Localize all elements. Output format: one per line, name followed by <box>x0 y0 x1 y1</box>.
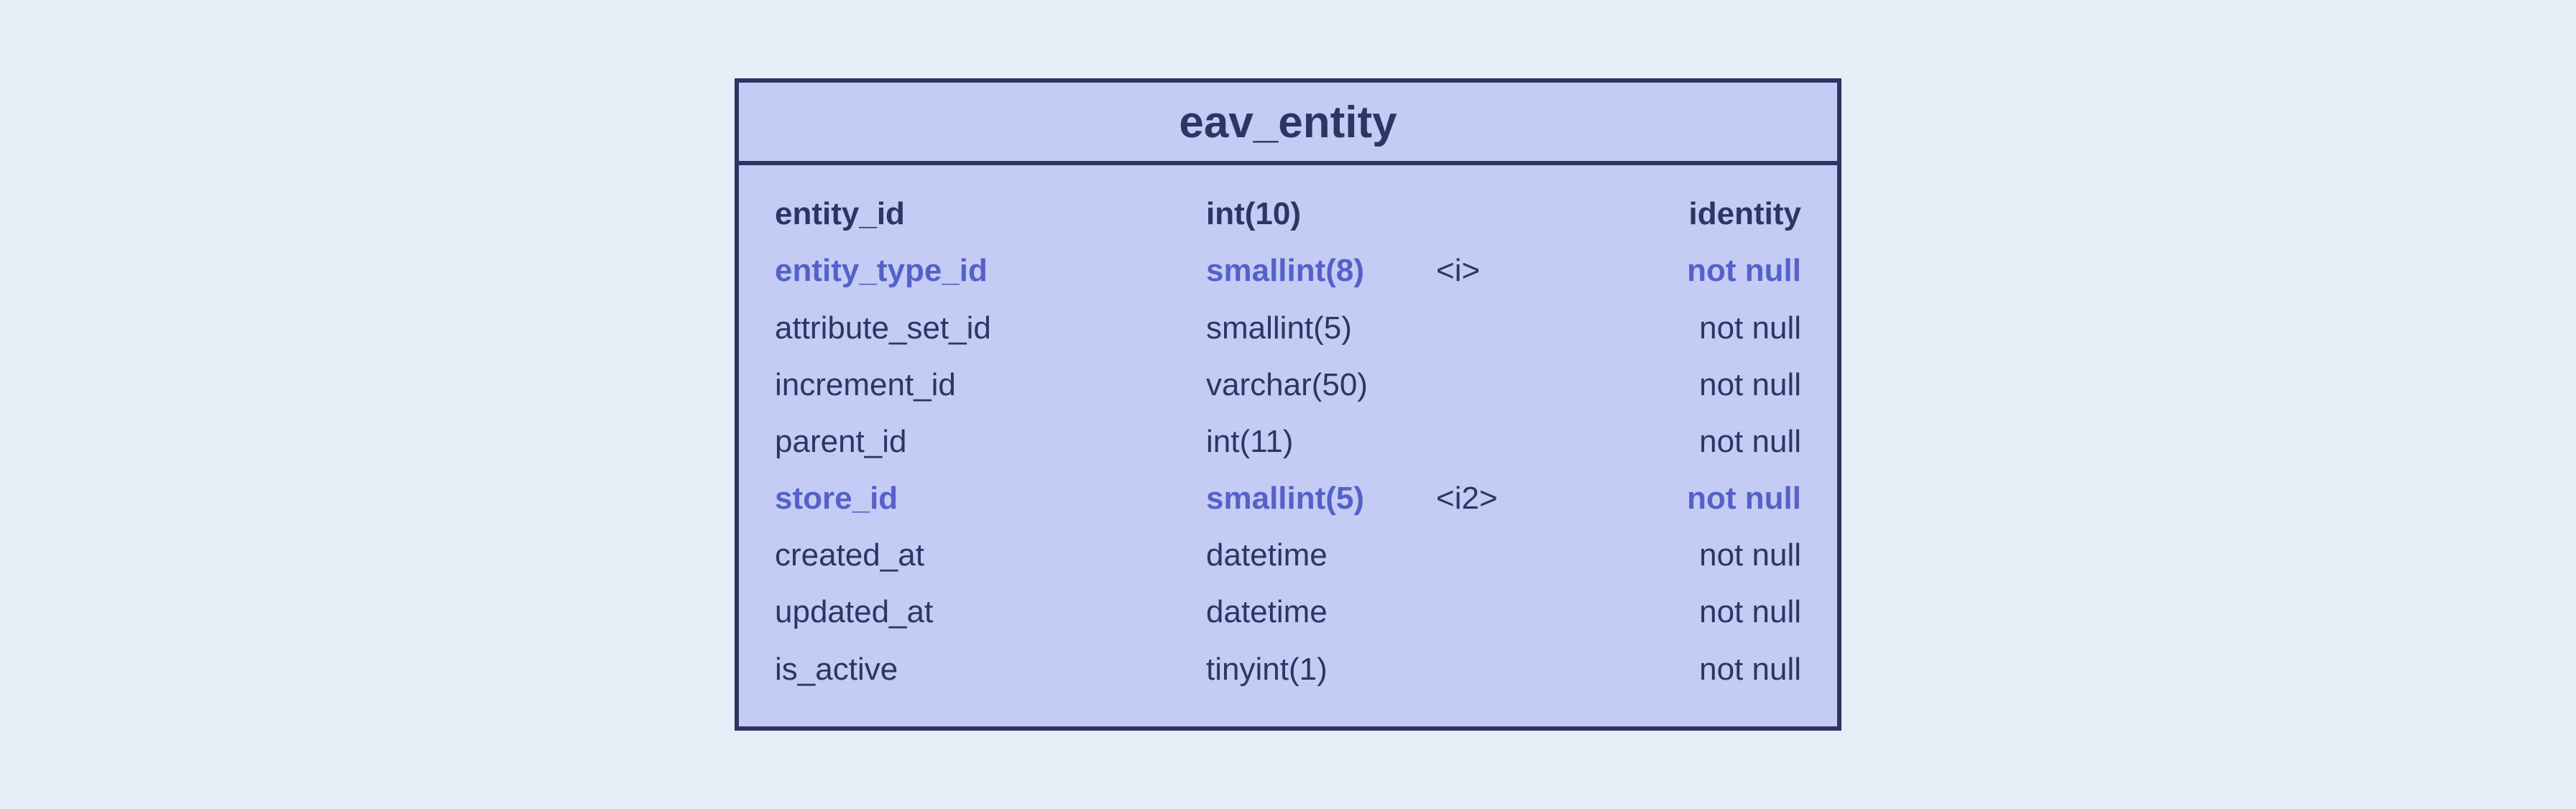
table-row: entity_type_idsmallint(8)<i>not null <box>775 242 1801 299</box>
column-type: varchar(50) <box>1206 356 1436 413</box>
column-name: entity_id <box>775 185 1206 242</box>
table-row: updated_atdatetime not null <box>775 583 1801 640</box>
column-constraint: not null <box>1565 583 1801 640</box>
column-constraint: not null <box>1565 413 1801 470</box>
column-name: is_active <box>775 641 1206 698</box>
table-title: eav_entity <box>739 83 1837 165</box>
table-row: parent_idint(11) not null <box>775 413 1801 470</box>
column-constraint: identity <box>1565 185 1801 242</box>
column-type: smallint(5) <box>1206 470 1436 527</box>
table-row: entity_idint(10) identity <box>775 185 1801 242</box>
column-constraint: not null <box>1565 242 1801 299</box>
column-name: entity_type_id <box>775 242 1206 299</box>
column-name: increment_id <box>775 356 1206 413</box>
column-type: tinyint(1) <box>1206 641 1436 698</box>
table-body: entity_idint(10)identityentity_type_idsm… <box>739 165 1837 726</box>
column-type: int(11) <box>1206 413 1436 470</box>
column-name: parent_id <box>775 413 1206 470</box>
column-name: created_at <box>775 527 1206 583</box>
column-name: store_id <box>775 470 1206 527</box>
column-index: <i> <box>1436 242 1565 299</box>
column-constraint: not null <box>1565 527 1801 583</box>
column-type: smallint(5) <box>1206 300 1436 356</box>
column-constraint: not null <box>1565 641 1801 698</box>
column-type: datetime <box>1206 583 1436 640</box>
table-row: store_idsmallint(5)<i2>not null <box>775 470 1801 527</box>
entity-table: eav_entity entity_idint(10)identityentit… <box>735 78 1841 731</box>
table-row: attribute_set_idsmallint(5) not null <box>775 300 1801 356</box>
column-name: updated_at <box>775 583 1206 640</box>
column-type: smallint(8) <box>1206 242 1436 299</box>
column-name: attribute_set_id <box>775 300 1206 356</box>
column-type: datetime <box>1206 527 1436 583</box>
column-constraint: not null <box>1565 470 1801 527</box>
column-constraint: not null <box>1565 300 1801 356</box>
table-row: created_atdatetime not null <box>775 527 1801 583</box>
table-row: is_activetinyint(1) not null <box>775 641 1801 698</box>
column-index: <i2> <box>1436 470 1565 527</box>
column-constraint: not null <box>1565 356 1801 413</box>
column-type: int(10) <box>1206 185 1436 242</box>
table-row: increment_idvarchar(50) not null <box>775 356 1801 413</box>
